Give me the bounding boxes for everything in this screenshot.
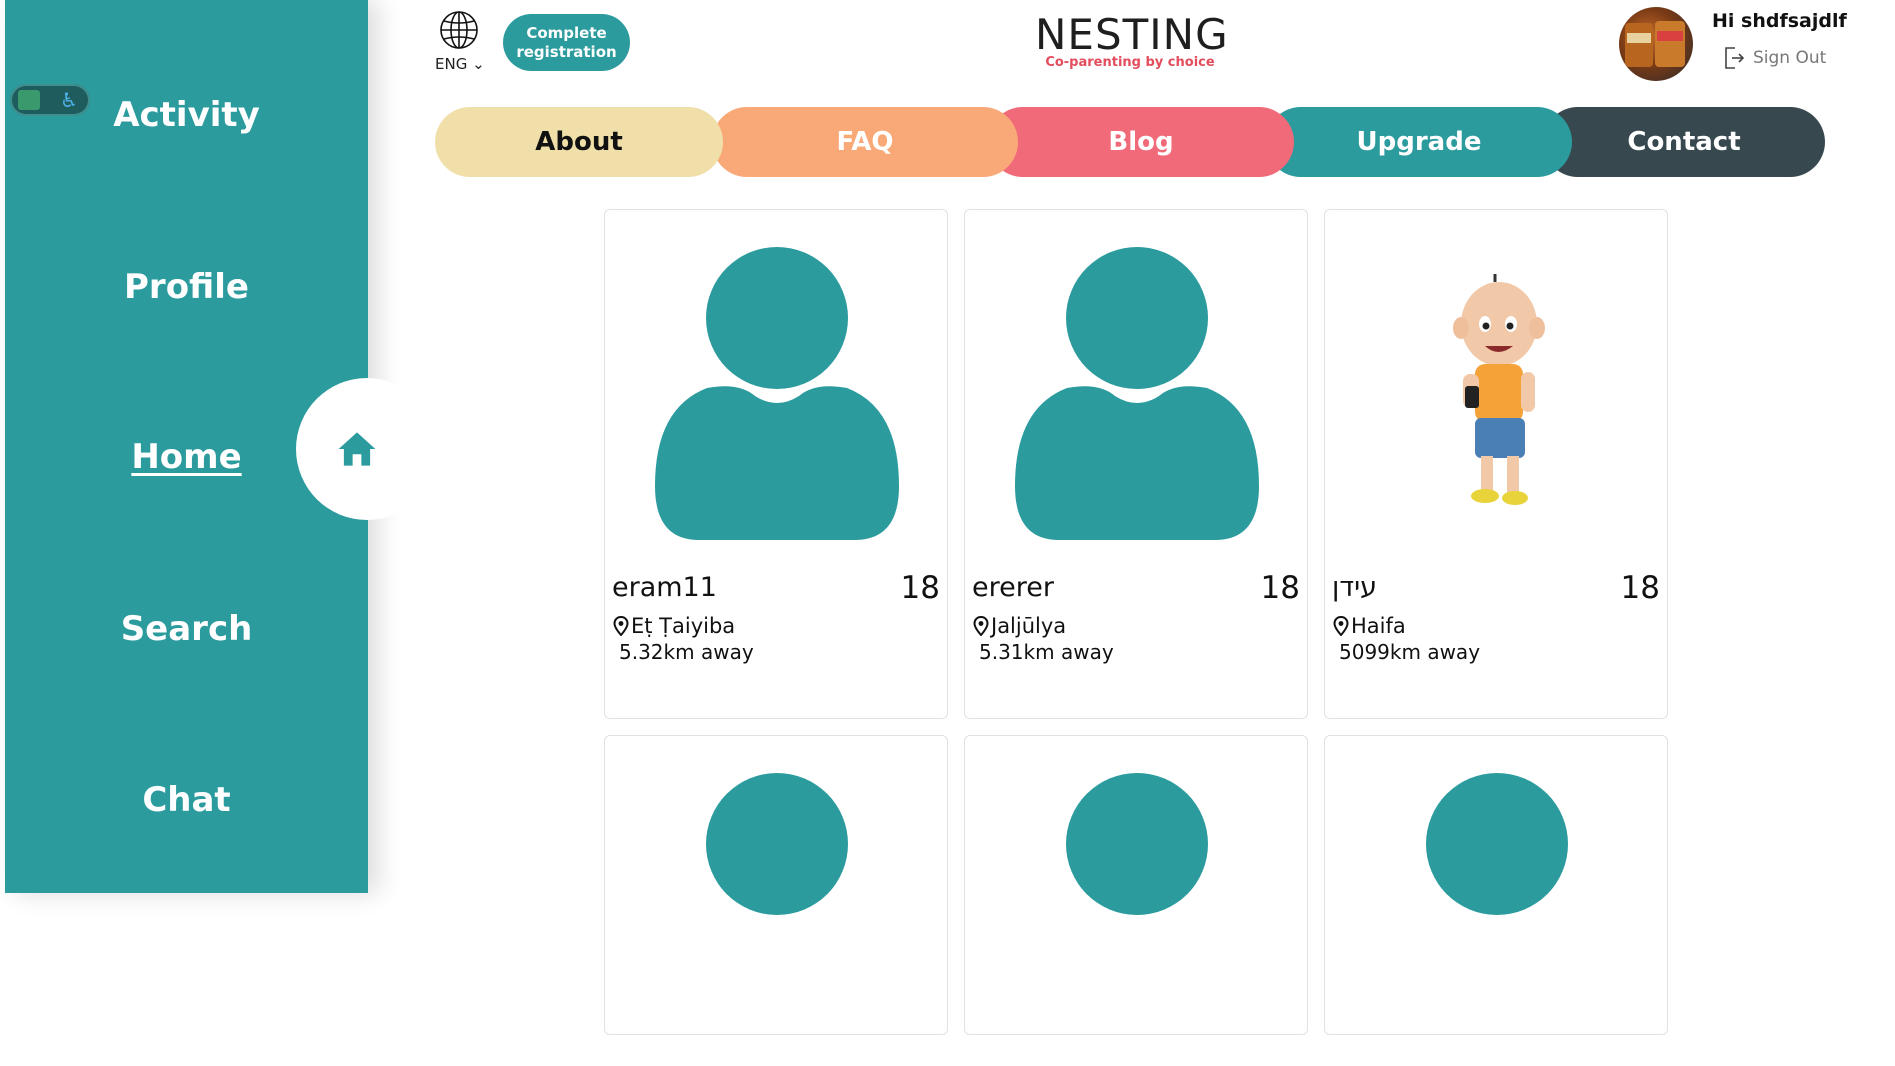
menu-upgrade[interactable]: Upgrade — [1266, 107, 1572, 177]
profile-location-label: Jaljūlya — [991, 614, 1067, 638]
profile-card[interactable] — [1324, 735, 1668, 1035]
location-pin-icon — [1333, 616, 1349, 636]
avatar-photo — [1625, 21, 1685, 67]
location-pin-icon — [973, 616, 989, 636]
globe-icon[interactable] — [439, 10, 479, 50]
default-avatar-icon — [1426, 773, 1568, 915]
profile-location-label: Eṭ Ṭaiyiba — [631, 614, 736, 638]
logo[interactable]: NESTING Co-parenting by choice — [1035, 10, 1229, 70]
profile-location: Jaljūlya — [973, 614, 1066, 638]
sidebar-item-profile[interactable]: Profile — [5, 267, 368, 307]
profile-age: 18 — [1260, 570, 1300, 606]
sidebar-item-search[interactable]: Search — [5, 609, 368, 649]
profile-card[interactable]: ererer 18 Jaljūlya 5.31km away — [964, 209, 1308, 719]
language-select[interactable]: ENG ⌄ — [435, 55, 485, 73]
profile-location-label: Haifa — [1351, 614, 1406, 638]
chevron-down-icon: ⌄ — [472, 55, 485, 73]
default-avatar-icon — [655, 247, 899, 540]
default-avatar-icon — [1015, 247, 1259, 540]
user-greeting: Hi shdfsajdlf — [1712, 10, 1847, 32]
default-avatar-icon — [1066, 773, 1208, 915]
menu-faq[interactable]: FAQ — [712, 107, 1018, 177]
menu-about[interactable]: About — [435, 107, 723, 177]
sidebar-item-chat[interactable]: Chat — [5, 780, 368, 820]
profile-distance: 5.31km away — [979, 640, 1114, 664]
sign-out-icon — [1725, 47, 1745, 69]
profile-location: Eṭ Ṭaiyiba — [613, 614, 735, 638]
sidebar-item-activity[interactable]: Activity — [5, 95, 368, 135]
top-menu: Contact Upgrade Blog FAQ About — [435, 107, 1825, 177]
default-avatar-icon — [706, 773, 848, 915]
profile-name: עידן — [1332, 572, 1378, 603]
profile-card[interactable]: eram11 18 Eṭ Ṭaiyiba 5.32km away — [604, 209, 948, 719]
profile-age: 18 — [1620, 570, 1660, 606]
menu-contact[interactable]: Contact — [1543, 107, 1825, 177]
complete-registration-button[interactable]: Complete registration — [503, 14, 630, 71]
logo-tagline: Co-parenting by choice — [1045, 55, 1215, 70]
profile-name: eram11 — [612, 572, 717, 603]
profile-distance: 5.32km away — [619, 640, 754, 664]
sign-out-button[interactable]: Sign Out — [1723, 46, 1826, 70]
profile-card[interactable]: עידן 18 Haifa 5099km away — [1324, 209, 1668, 719]
profile-name: ererer — [972, 572, 1054, 603]
cartoon-boy-photo — [1453, 274, 1545, 505]
logo-title: NESTING — [1035, 10, 1229, 59]
profile-card[interactable] — [964, 735, 1308, 1035]
location-pin-icon — [613, 616, 629, 636]
avatar[interactable] — [1619, 7, 1693, 81]
profile-location: Haifa — [1333, 614, 1406, 638]
profile-card[interactable] — [604, 735, 948, 1035]
home-icon[interactable] — [336, 428, 378, 470]
profile-age: 18 — [900, 570, 940, 606]
sign-out-label: Sign Out — [1753, 48, 1827, 68]
menu-blog[interactable]: Blog — [988, 107, 1294, 177]
profile-distance: 5099km away — [1339, 640, 1481, 664]
language-value: ENG — [435, 55, 468, 73]
